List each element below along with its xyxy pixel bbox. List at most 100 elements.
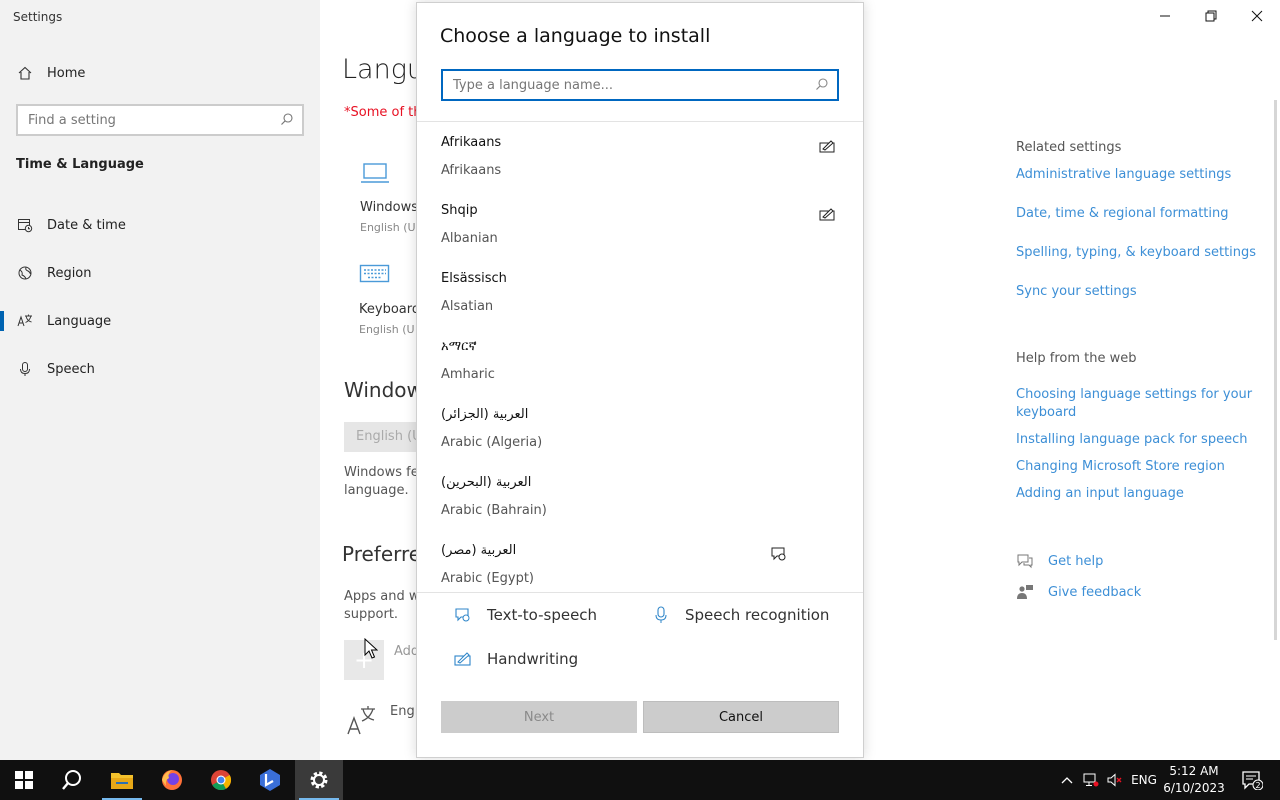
windows-body-text: Windows fe language. xyxy=(344,464,419,500)
clock-date: 6/10/2023 xyxy=(1163,781,1225,795)
find-setting-placeholder: Find a setting xyxy=(28,112,116,128)
windows-tile-title[interactable]: Windows xyxy=(360,200,418,215)
give-feedback-link[interactable]: Give feedback xyxy=(1016,583,1141,601)
volume-muted-icon xyxy=(1107,773,1122,787)
sidebar-item-date-time[interactable]: Date & time xyxy=(16,213,126,237)
restore-icon xyxy=(1205,10,1217,22)
preferred-heading: Preferre xyxy=(342,542,422,566)
language-glyph-icon xyxy=(346,704,378,740)
globe-icon xyxy=(16,264,34,282)
link-adding-input[interactable]: Adding an input language xyxy=(1016,485,1256,503)
get-help-link[interactable]: Get help xyxy=(1016,552,1103,570)
restore-button[interactable] xyxy=(1188,0,1234,32)
app-button[interactable] xyxy=(246,760,294,800)
language-english-name: Arabic (Bahrain) xyxy=(441,503,547,518)
action-center-button[interactable]: 2 xyxy=(1232,760,1272,800)
link-sync-settings[interactable]: Sync your settings xyxy=(1016,283,1256,301)
language-item-alsatian[interactable]: Elsässisch Alsatian xyxy=(417,258,863,326)
windows-body-line1: Windows fe xyxy=(344,465,419,480)
language-native-name: العربية (مصر) xyxy=(441,543,517,558)
windows-display-heading: Window xyxy=(344,378,423,402)
language-english-name: Albanian xyxy=(441,231,498,246)
close-button[interactable] xyxy=(1234,0,1280,32)
chrome-icon xyxy=(211,770,232,791)
language-search-input[interactable]: Type a language name... xyxy=(441,69,839,101)
page-scrollbar[interactable] xyxy=(1274,100,1277,640)
gear-icon xyxy=(310,771,328,789)
link-store-region[interactable]: Changing Microsoft Store region xyxy=(1016,458,1256,476)
language-item-albanian[interactable]: Shqip Albanian xyxy=(417,190,863,258)
language-item-amharic[interactable]: አማርኛ Amharic xyxy=(417,326,863,394)
language-native-name: العربية (البحرين) xyxy=(441,475,532,490)
microphone-icon xyxy=(16,360,34,378)
file-explorer-button[interactable] xyxy=(98,760,146,800)
show-hidden-icons-button[interactable] xyxy=(1056,760,1078,800)
link-spelling-typing[interactable]: Spelling, typing, & keyboard settings xyxy=(1016,244,1266,262)
legend-text-to-speech: Text-to-speech xyxy=(453,606,597,624)
sidebar-item-region[interactable]: Region xyxy=(16,261,92,285)
sidebar-home[interactable]: Home xyxy=(16,64,85,82)
start-button[interactable] xyxy=(0,760,48,800)
link-choosing-language[interactable]: Choosing language settings for your keyb… xyxy=(1016,386,1256,422)
close-icon xyxy=(1251,10,1263,22)
keyboard-tile-title[interactable]: Keyboard xyxy=(359,302,420,317)
search-icon xyxy=(280,111,294,130)
notification-count: 2 xyxy=(1255,781,1260,790)
sidebar-item-label: Date & time xyxy=(47,217,126,233)
language-native-name: አማርኛ xyxy=(441,339,477,354)
search-icon xyxy=(815,76,829,95)
language-native-name: Afrikaans xyxy=(441,135,502,150)
chrome-button[interactable] xyxy=(197,760,245,800)
help-web-heading: Help from the web xyxy=(1016,351,1137,366)
cancel-button[interactable]: Cancel xyxy=(643,701,839,733)
windows-logo-icon xyxy=(15,771,33,789)
keyboard-icon[interactable] xyxy=(359,262,391,290)
clock[interactable]: 5:12 AM 6/10/2023 xyxy=(1160,763,1228,797)
text-to-speech-icon xyxy=(770,546,788,562)
microphone-icon xyxy=(651,606,671,624)
firefox-icon xyxy=(162,770,182,790)
language-native-name: Elsässisch xyxy=(441,271,507,286)
window-title: Settings xyxy=(13,10,63,24)
settings-taskbar-button[interactable] xyxy=(295,760,343,800)
network-tray-button[interactable] xyxy=(1080,760,1102,800)
hexagon-app-icon xyxy=(260,769,280,791)
language-item-afrikaans[interactable]: Afrikaans Afrikaans xyxy=(417,122,863,190)
volume-tray-button[interactable] xyxy=(1104,760,1126,800)
laptop-icon[interactable] xyxy=(360,160,390,190)
give-feedback-label: Give feedback xyxy=(1048,584,1142,600)
language-list[interactable]: Afrikaans Afrikaans Shqip Albanian Elsäs… xyxy=(417,122,863,592)
link-installing-pack[interactable]: Installing language pack for speech xyxy=(1016,431,1256,449)
english-language-item[interactable]: Engl xyxy=(390,703,418,721)
legend-tts-label: Text-to-speech xyxy=(487,606,598,624)
next-button[interactable]: Next xyxy=(441,701,637,733)
sidebar-home-label: Home xyxy=(47,65,86,81)
language-english-name: Arabic (Egypt) xyxy=(441,571,534,586)
input-language-indicator[interactable]: ENG xyxy=(1128,760,1160,800)
sidebar-item-speech[interactable]: Speech xyxy=(16,357,95,381)
sidebar-item-language[interactable]: Language xyxy=(16,309,111,333)
minimize-icon xyxy=(1160,15,1170,17)
active-indicator xyxy=(0,311,4,331)
find-setting-input[interactable]: Find a setting xyxy=(16,104,304,136)
language-icon xyxy=(16,312,34,330)
divider xyxy=(417,592,863,593)
language-native-name: Shqip xyxy=(441,203,478,218)
legend-handwriting-label: Handwriting xyxy=(487,650,579,668)
firefox-button[interactable] xyxy=(148,760,196,800)
network-icon xyxy=(1083,773,1099,787)
sidebar-item-label: Language xyxy=(47,313,112,329)
link-date-time-format[interactable]: Date, time & regional formatting xyxy=(1016,205,1256,223)
feedback-icon xyxy=(1016,583,1034,601)
language-item-arabic-egypt[interactable]: العربية (مصر) Arabic (Egypt) xyxy=(417,530,863,592)
preferred-body-line2: support. xyxy=(344,607,399,622)
link-admin-language[interactable]: Administrative language settings xyxy=(1016,166,1256,184)
legend-speech-label: Speech recognition xyxy=(685,606,830,624)
chevron-up-icon xyxy=(1061,777,1073,784)
search-button[interactable] xyxy=(48,760,96,800)
minimize-button[interactable] xyxy=(1142,0,1188,32)
language-item-arabic-algeria[interactable]: العربية (الجزائر) Arabic (Algeria) xyxy=(417,394,863,462)
calendar-clock-icon xyxy=(16,216,34,234)
language-english-name: Afrikaans xyxy=(441,163,502,178)
language-item-arabic-bahrain[interactable]: العربية (البحرين) Arabic (Bahrain) xyxy=(417,462,863,530)
